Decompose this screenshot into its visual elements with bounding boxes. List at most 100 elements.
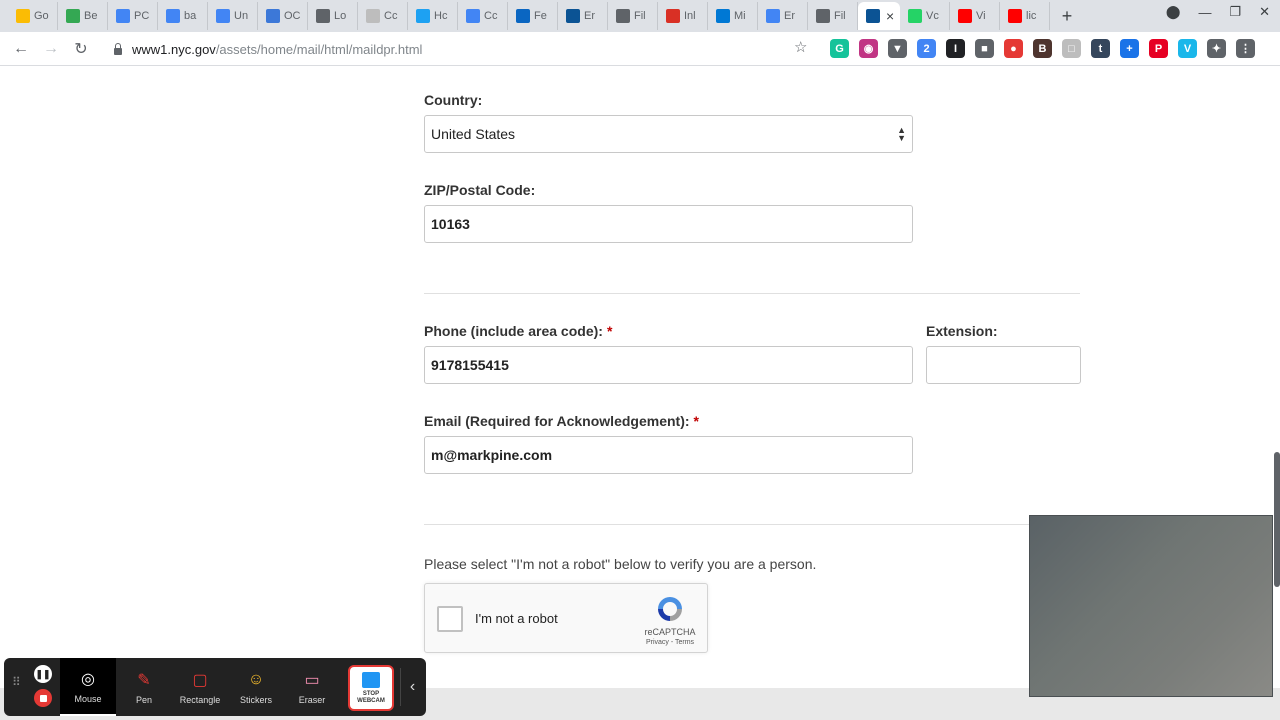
tool-label: Rectangle <box>179 695 221 705</box>
browser-tab[interactable]: Fe <box>508 2 558 30</box>
phone-value: 9178155415 <box>431 357 509 373</box>
tab-favicon-icon <box>716 9 730 23</box>
recorder-controls: ❚❚ <box>34 665 54 707</box>
tab-label: Be <box>84 10 98 22</box>
tab-label: Vc <box>926 10 939 22</box>
zip-value: 10163 <box>431 216 470 232</box>
extension-icon[interactable]: ◉ <box>859 39 878 58</box>
recaptcha-widget: I'm not a robot reCAPTCHA Privacy - Term… <box>424 583 708 653</box>
browser-tab[interactable]: OC <box>258 2 308 30</box>
browser-tab[interactable]: Mi <box>708 2 758 30</box>
extension-icon[interactable]: V <box>1178 39 1197 58</box>
browser-tab[interactable]: Un <box>208 2 258 30</box>
extension-input[interactable] <box>926 346 1081 384</box>
tab-favicon-icon <box>666 9 680 23</box>
address-bar[interactable]: www1.nyc.gov/assets/home/mail/html/maild… <box>104 36 824 62</box>
reload-button[interactable]: ↻ <box>66 34 96 64</box>
browser-tab[interactable]: Hc <box>408 2 458 30</box>
browser-tab[interactable]: Inl <box>658 2 708 30</box>
bookmark-star-icon[interactable]: ☆ <box>794 38 807 56</box>
tab-label: Lo <box>334 10 347 22</box>
extension-icon[interactable]: □ <box>1062 39 1081 58</box>
recorder-tool-stickers[interactable]: ☺ Stickers <box>228 658 284 716</box>
minimize-icon[interactable]: — <box>1198 5 1211 20</box>
webcam-icon <box>362 671 380 688</box>
extension-icon[interactable]: ✦ <box>1207 39 1226 58</box>
tab-favicon-icon <box>316 9 330 23</box>
url-path: /assets/home/mail/html/maildpr.html <box>215 41 423 57</box>
browser-tab[interactable]: × <box>858 2 900 30</box>
zip-input[interactable]: 10163 <box>424 205 913 243</box>
recaptcha-checkbox[interactable] <box>437 606 463 632</box>
recorder-tool-rectangle[interactable]: ▢ Rectangle <box>172 658 228 716</box>
pause-button[interactable]: ❚❚ <box>34 665 52 683</box>
browser-tab[interactable]: Er <box>558 2 608 30</box>
browser-tab[interactable]: Lo <box>308 2 358 30</box>
back-button[interactable]: ← <box>6 34 36 64</box>
tab-favicon-icon <box>416 9 430 23</box>
browser-tab[interactable]: Be <box>58 2 108 30</box>
drag-handle-icon[interactable]: ⠿ <box>12 676 21 688</box>
phone-label: Phone (include area code): * <box>424 323 612 339</box>
browser-tab[interactable]: Fil <box>608 2 658 30</box>
profile-icon[interactable]: ⬤ <box>1166 4 1181 20</box>
tab-close-icon[interactable]: × <box>886 8 894 24</box>
tool-label: Mouse <box>74 694 102 704</box>
restore-icon[interactable]: ❐ <box>1229 4 1241 20</box>
recorder-tool-eraser[interactable]: ▭ Eraser <box>284 658 340 716</box>
browser-tab[interactable]: Vi <box>950 2 1000 30</box>
forward-button[interactable]: → <box>36 34 66 64</box>
browser-tab[interactable]: Fil <box>808 2 858 30</box>
extension-icon[interactable]: P <box>1149 39 1168 58</box>
extension-icon[interactable]: + <box>1120 39 1139 58</box>
recaptcha-links[interactable]: Privacy - Terms <box>635 639 705 646</box>
phone-input[interactable]: 9178155415 <box>424 346 913 384</box>
tab-label: Er <box>584 10 595 22</box>
recaptcha-logo-icon <box>658 597 682 621</box>
extension-icon[interactable]: B <box>1033 39 1052 58</box>
extension-icon[interactable]: ⋮ <box>1236 39 1255 58</box>
tool-icon: ▭ <box>304 672 320 689</box>
browser-tab[interactable]: PC <box>108 2 158 30</box>
tab-label: Hc <box>434 10 448 22</box>
tool-label: Eraser <box>298 695 326 705</box>
extension-icon[interactable]: ■ <box>975 39 994 58</box>
tab-favicon-icon <box>616 9 630 23</box>
tab-favicon-icon <box>766 9 780 23</box>
extension-icon[interactable]: I <box>946 39 965 58</box>
browser-tab[interactable]: Cc <box>458 2 508 30</box>
required-marker: * <box>606 323 613 339</box>
extension-icon[interactable]: 2 <box>917 39 936 58</box>
browser-tab[interactable]: ba <box>158 2 208 30</box>
browser-tab[interactable]: Cc <box>358 2 408 30</box>
webcam-overlay <box>1029 515 1273 697</box>
country-select[interactable]: United States ▲ ▼ <box>424 115 913 153</box>
tab-label: Vi <box>976 10 986 22</box>
email-input[interactable]: m@markpine.com <box>424 436 913 474</box>
close-window-icon[interactable]: ✕ <box>1259 4 1270 20</box>
extension-icon[interactable]: ▼ <box>888 39 907 58</box>
tab-favicon-icon <box>958 9 972 23</box>
extension-icon[interactable]: t <box>1091 39 1110 58</box>
recorder-tool-mouse[interactable]: ◎ Mouse <box>60 658 116 716</box>
new-tab-button[interactable]: + <box>1054 3 1080 29</box>
recorder-tool-pen[interactable]: ✎ Pen <box>116 658 172 716</box>
browser-tab[interactable]: Er <box>758 2 808 30</box>
stop-webcam-button[interactable]: STOP WEBCAM <box>348 665 394 711</box>
extension-icon[interactable]: ● <box>1004 39 1023 58</box>
tab-favicon-icon <box>366 9 380 23</box>
robot-note: Please select "I'm not a robot" below to… <box>424 556 817 572</box>
browser-tab[interactable]: Go <box>8 2 58 30</box>
tab-label: Inl <box>684 10 696 22</box>
extension-icon[interactable]: G <box>830 39 849 58</box>
browser-tab[interactable]: Vc <box>900 2 950 30</box>
tool-icon: ☺ <box>247 671 265 688</box>
browser-tab[interactable]: lic <box>1000 2 1050 30</box>
page-content: Country: United States ▲ ▼ ZIP/Postal Cod… <box>0 67 1280 720</box>
required-marker: * <box>693 413 699 429</box>
tab-label: Fil <box>834 10 846 22</box>
country-label: Country: <box>424 92 483 108</box>
page-scrollbar[interactable] <box>1274 452 1280 587</box>
collapse-chevron-icon[interactable]: ‹ <box>400 668 424 706</box>
stop-recording-button[interactable] <box>34 689 52 707</box>
